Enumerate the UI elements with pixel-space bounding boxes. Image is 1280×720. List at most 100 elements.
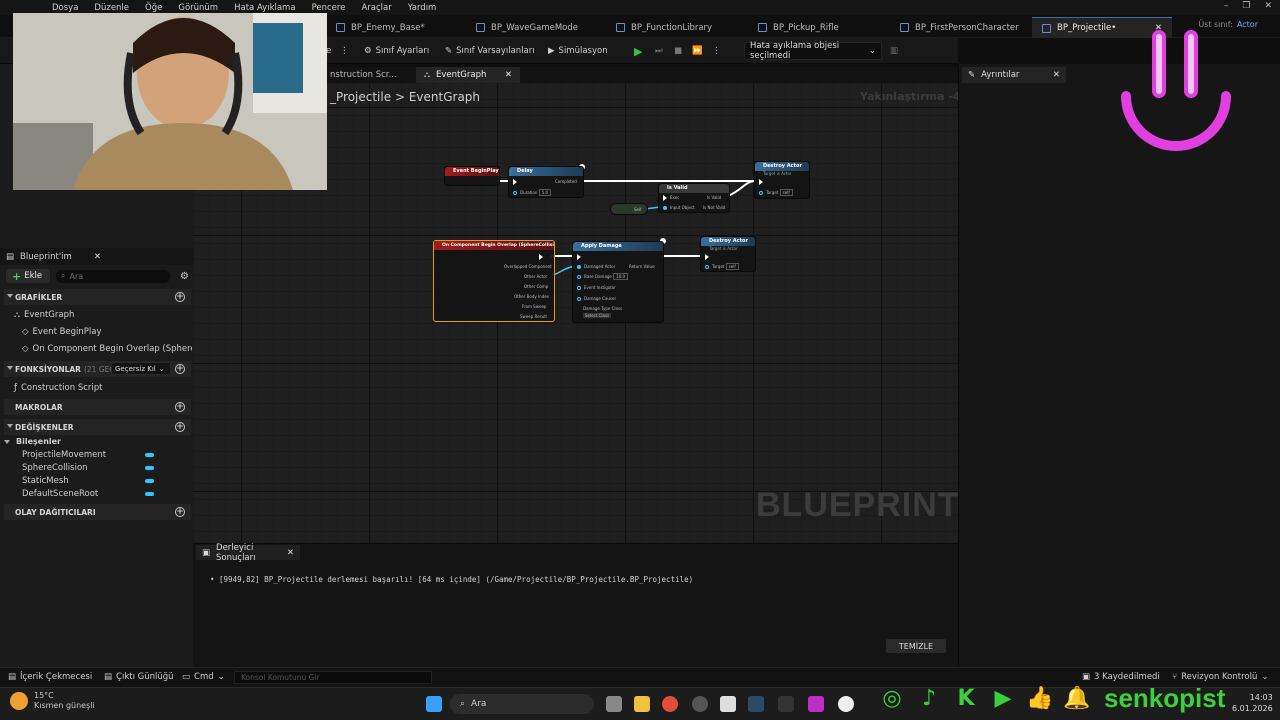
damage-causer-pin[interactable]: Damage Causer xyxy=(577,296,616,301)
chrome-icon[interactable] xyxy=(662,696,678,712)
other-actor-pin[interactable]: Other Actor xyxy=(524,274,547,279)
details-icon: ✎ xyxy=(968,70,976,80)
overlapped-component-pin[interactable]: Overlapped Component xyxy=(504,264,552,269)
node-destroy-actor[interactable]: Destroy Actor Target is Actor Target sel… xyxy=(700,236,756,272)
pin-label: Target xyxy=(766,190,779,195)
return-value-pin[interactable]: Return Value xyxy=(629,264,655,269)
pin-label: Return Value xyxy=(629,264,655,269)
node-title: Self xyxy=(634,207,642,212)
close-icon[interactable]: ✕ xyxy=(287,548,294,558)
temperature: 15°C xyxy=(34,691,54,700)
compiler-results-tab[interactable]: ▣ Derleyici Sonuçları ✕ xyxy=(196,542,300,563)
chevron-down-icon: ⌄ xyxy=(1261,672,1269,682)
exec-in-pin[interactable] xyxy=(513,179,520,185)
target-pin[interactable]: Target self xyxy=(705,263,739,270)
other-comp-pin[interactable]: Other Comp xyxy=(524,284,548,289)
pin-label: Damage Type Class xyxy=(583,306,623,311)
node-title: Is Valid xyxy=(659,184,729,193)
input-object-pin[interactable]: Input Object xyxy=(663,205,695,210)
pin-label: Is Valid xyxy=(707,195,722,200)
start-icon[interactable] xyxy=(426,696,442,712)
taskbar-search[interactable]: ⌕ Ara xyxy=(450,694,594,714)
duration-pin[interactable]: Duration 5.0 xyxy=(513,189,552,196)
webcam-feed xyxy=(13,13,327,190)
compiler-icon: ▣ xyxy=(202,547,211,558)
clock[interactable]: 14:03 6.01.2026 xyxy=(1232,692,1273,714)
clear-button[interactable]: TEMİZLE xyxy=(886,639,946,653)
node-event-beginplay[interactable]: Event BeginPlay xyxy=(444,166,500,186)
duration-value[interactable]: 5.0 xyxy=(538,189,552,196)
details-tab[interactable]: ✎ Ayrıntılar ✕ xyxy=(962,67,1066,83)
close-icon[interactable]: ✕ xyxy=(1053,70,1060,80)
cmd-select[interactable]: ▭ Cmd ⌄ xyxy=(182,672,225,682)
kick-icon: K xyxy=(957,685,975,711)
exec-out-pin[interactable] xyxy=(539,254,546,260)
weather-widget[interactable]: 15°C Kısmen güneşli xyxy=(10,691,95,711)
pin-label: Event Instigator xyxy=(584,285,616,290)
node-delay[interactable]: Delay Completed Duration 5.0 xyxy=(508,166,584,198)
pin-label: Damage Causer xyxy=(584,296,617,301)
event-instigator-pin[interactable]: Event Instigator xyxy=(577,285,616,290)
output-log-label: Çıktı Günlüğü xyxy=(116,672,174,682)
pin-label: Exec xyxy=(670,195,680,200)
sweep-result-pin[interactable]: Sweep Result xyxy=(520,314,547,319)
exec-in-pin[interactable] xyxy=(705,254,712,260)
node-self[interactable]: Self xyxy=(610,203,648,215)
node-destroy-actor[interactable]: Destroy Actor Target is Actor Target sel… xyxy=(754,161,810,199)
task-view-icon[interactable] xyxy=(606,696,622,712)
steam-icon[interactable] xyxy=(748,696,764,712)
app-icon[interactable] xyxy=(808,696,824,712)
pin-label: Duration xyxy=(520,190,538,195)
pin-label: Completed xyxy=(555,179,577,184)
node-is-valid[interactable]: Is Valid Exec Input Object Is Valid Is N… xyxy=(658,183,730,213)
github-icon[interactable] xyxy=(692,696,708,712)
completed-pin[interactable]: Completed xyxy=(555,179,577,184)
store-icon[interactable] xyxy=(720,696,736,712)
damage-type-class-pin[interactable]: Damage Type Class xyxy=(583,306,622,311)
chevron-down-icon: ⌄ xyxy=(217,672,225,682)
from-sweep-pin[interactable]: From Sweep xyxy=(522,304,546,309)
target-pin[interactable]: Target self xyxy=(759,189,793,196)
console-command-input[interactable]: Konsol Komutunu Gir xyxy=(234,671,432,684)
node-apply-damage[interactable]: Apply Damage Damaged Actor Base Damage 1… xyxy=(572,241,664,323)
damaged-actor-pin[interactable]: Damaged Actor xyxy=(577,264,615,269)
target-value: self xyxy=(725,263,739,270)
base-damage-pin[interactable]: Base Damage 10.0 xyxy=(577,273,629,280)
node-component-begin-overlap[interactable]: On Component Begin Overlap (SphereCollis… xyxy=(433,240,555,322)
drawer-icon: ▤ xyxy=(8,672,17,682)
epic-games-icon[interactable] xyxy=(778,696,794,712)
exec-in-pin[interactable] xyxy=(577,254,584,260)
base-damage-value[interactable]: 10.0 xyxy=(613,273,629,280)
content-drawer-button[interactable]: ▤ İçerik Çekmecesi xyxy=(8,672,92,682)
cmd-icon: ▭ xyxy=(182,672,191,682)
is-not-valid-pin[interactable]: Is Not Valid xyxy=(703,205,725,210)
is-valid-pin[interactable]: Is Valid xyxy=(707,195,721,200)
social-overlay: ◎ ♪ K ▶ 👍 🔔 senkopist xyxy=(878,683,1225,713)
node-title: Event BeginPlay xyxy=(445,167,499,176)
unreal-engine-icon[interactable] xyxy=(838,696,854,712)
compiler-message-text: [9949,82] BP_Projectile derlemesi başarı… xyxy=(219,575,694,584)
exec-pin[interactable]: Exec xyxy=(663,195,679,201)
pin-label: Damaged Actor xyxy=(584,264,616,269)
tiktok-icon: ♪ xyxy=(921,685,937,711)
revision-icon: ⑂ xyxy=(1172,672,1178,682)
target-value: self xyxy=(779,189,793,196)
save-icon: ▣ xyxy=(1082,672,1091,682)
damage-type-select[interactable]: Select Class xyxy=(583,313,612,318)
output-log-button[interactable]: ▤ Çıktı Günlüğü xyxy=(104,672,174,682)
unsaved-label: 3 Kaydedilmedi xyxy=(1094,672,1160,682)
node-title: Destroy Actor xyxy=(701,237,755,246)
weather-icon xyxy=(10,692,28,710)
smiley-overlay xyxy=(1121,30,1231,151)
exec-in-pin[interactable] xyxy=(759,179,766,185)
revision-control-button[interactable]: ⑂ Revizyon Kontrolü ⌄ xyxy=(1172,672,1269,682)
compiler-tab-label: Derleyici Sonuçları xyxy=(216,542,256,563)
webcam-overlay xyxy=(13,13,327,190)
like-icon: 👍 xyxy=(1026,685,1054,711)
unsaved-button[interactable]: ▣ 3 Kaydedilmedi xyxy=(1082,672,1160,682)
other-body-index-pin[interactable]: Other Body Index xyxy=(514,294,549,299)
file-explorer-icon[interactable] xyxy=(634,696,650,712)
node-title: Delay xyxy=(509,167,583,176)
node-title: Destroy Actor xyxy=(755,162,809,171)
compiler-results-panel xyxy=(193,543,958,667)
